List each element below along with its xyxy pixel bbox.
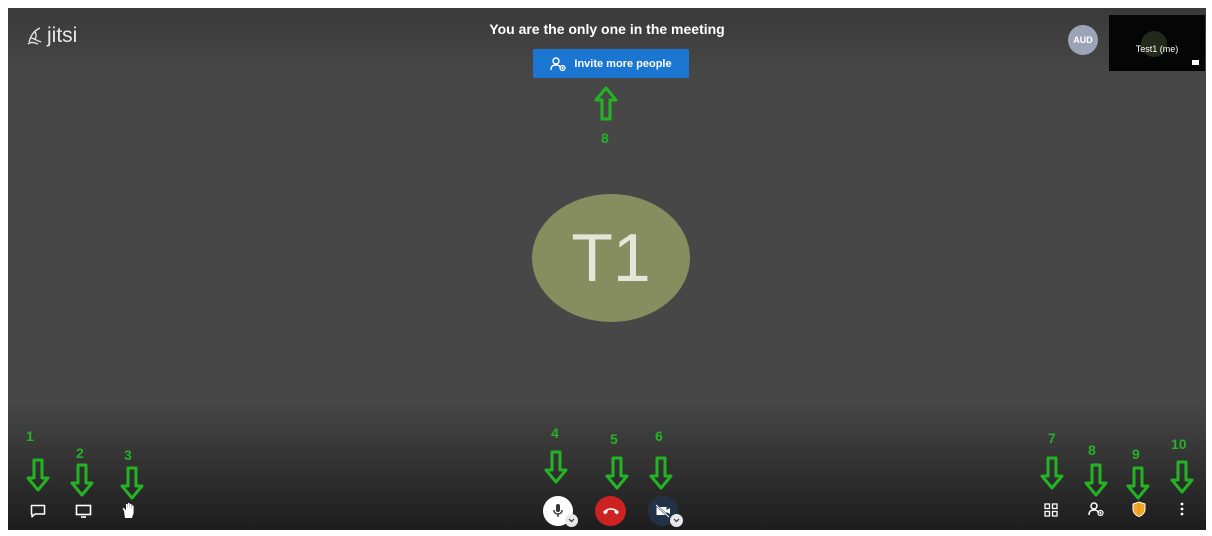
chat-bubble-icon <box>30 504 46 518</box>
annotation-arrow-4 <box>544 450 568 484</box>
add-person-icon <box>550 56 566 71</box>
annotation-arrow-2 <box>70 463 94 497</box>
annotation-arrow-10 <box>1170 460 1194 494</box>
annotation-number-2: 2 <box>76 445 84 461</box>
audio-only-badge[interactable]: AUD <box>1068 25 1098 55</box>
video-muted-indicator-icon <box>1192 60 1199 65</box>
annotation-arrow-5 <box>605 456 629 490</box>
annotation-number-5: 5 <box>610 431 618 447</box>
invite-button-label: Invite more people <box>574 57 672 70</box>
annotation-number-1: 1 <box>26 428 34 444</box>
annotation-number-8: 8 <box>1088 442 1096 458</box>
participant-avatar: T1 <box>532 194 690 322</box>
screenshot: jitsi You are the only one in the meetin… <box>0 0 1212 536</box>
meeting-view: jitsi You are the only one in the meetin… <box>8 8 1206 530</box>
tile-view-button[interactable] <box>1039 498 1063 522</box>
annotation-number-9: 9 <box>1132 446 1140 462</box>
chat-button[interactable] <box>26 500 50 522</box>
annotation-arrow-8 <box>1084 463 1108 497</box>
camera-options-chevron-icon[interactable] <box>670 514 683 527</box>
screen-share-button[interactable] <box>71 500 95 522</box>
camera-button[interactable] <box>648 496 683 527</box>
raise-hand-button[interactable] <box>117 498 141 522</box>
microphone-options-chevron-icon[interactable] <box>565 514 578 527</box>
security-options-button[interactable] <box>1127 497 1151 521</box>
only-participant-message: You are the only one in the meeting <box>489 21 725 37</box>
shield-icon <box>1132 501 1146 517</box>
microphone-icon <box>553 504 563 517</box>
hand-icon <box>122 502 134 518</box>
grid-icon <box>1044 503 1058 517</box>
annotation-arrow-8-invite <box>594 86 618 121</box>
invite-more-people-button[interactable]: Invite more people <box>533 49 689 78</box>
local-participant-name: Test1 (me) <box>1135 44 1179 54</box>
invite-people-button[interactable] <box>1083 497 1109 521</box>
annotation-arrow-7 <box>1040 456 1064 490</box>
annotation-arrow-3 <box>120 466 144 500</box>
annotation-number-3: 3 <box>124 447 132 463</box>
hang-up-button[interactable] <box>595 496 626 526</box>
more-actions-button[interactable] <box>1170 497 1194 521</box>
annotation-number-10: 10 <box>1171 436 1187 452</box>
annotation-number-invite: 8 <box>601 130 609 146</box>
phone-hangup-icon <box>602 508 619 515</box>
camera-off-icon <box>655 504 670 518</box>
more-vertical-icon <box>1180 502 1184 516</box>
local-video-thumbnail[interactable]: Test1 (me) <box>1109 15 1205 71</box>
annotation-arrow-6 <box>649 456 673 490</box>
microphone-button[interactable] <box>543 496 578 527</box>
annotation-number-4: 4 <box>551 425 559 441</box>
annotation-arrow-1 <box>26 458 50 492</box>
annotation-number-6: 6 <box>655 428 663 444</box>
monitor-icon <box>75 504 91 518</box>
add-person-icon <box>1088 502 1104 516</box>
annotation-number-7: 7 <box>1048 430 1056 446</box>
